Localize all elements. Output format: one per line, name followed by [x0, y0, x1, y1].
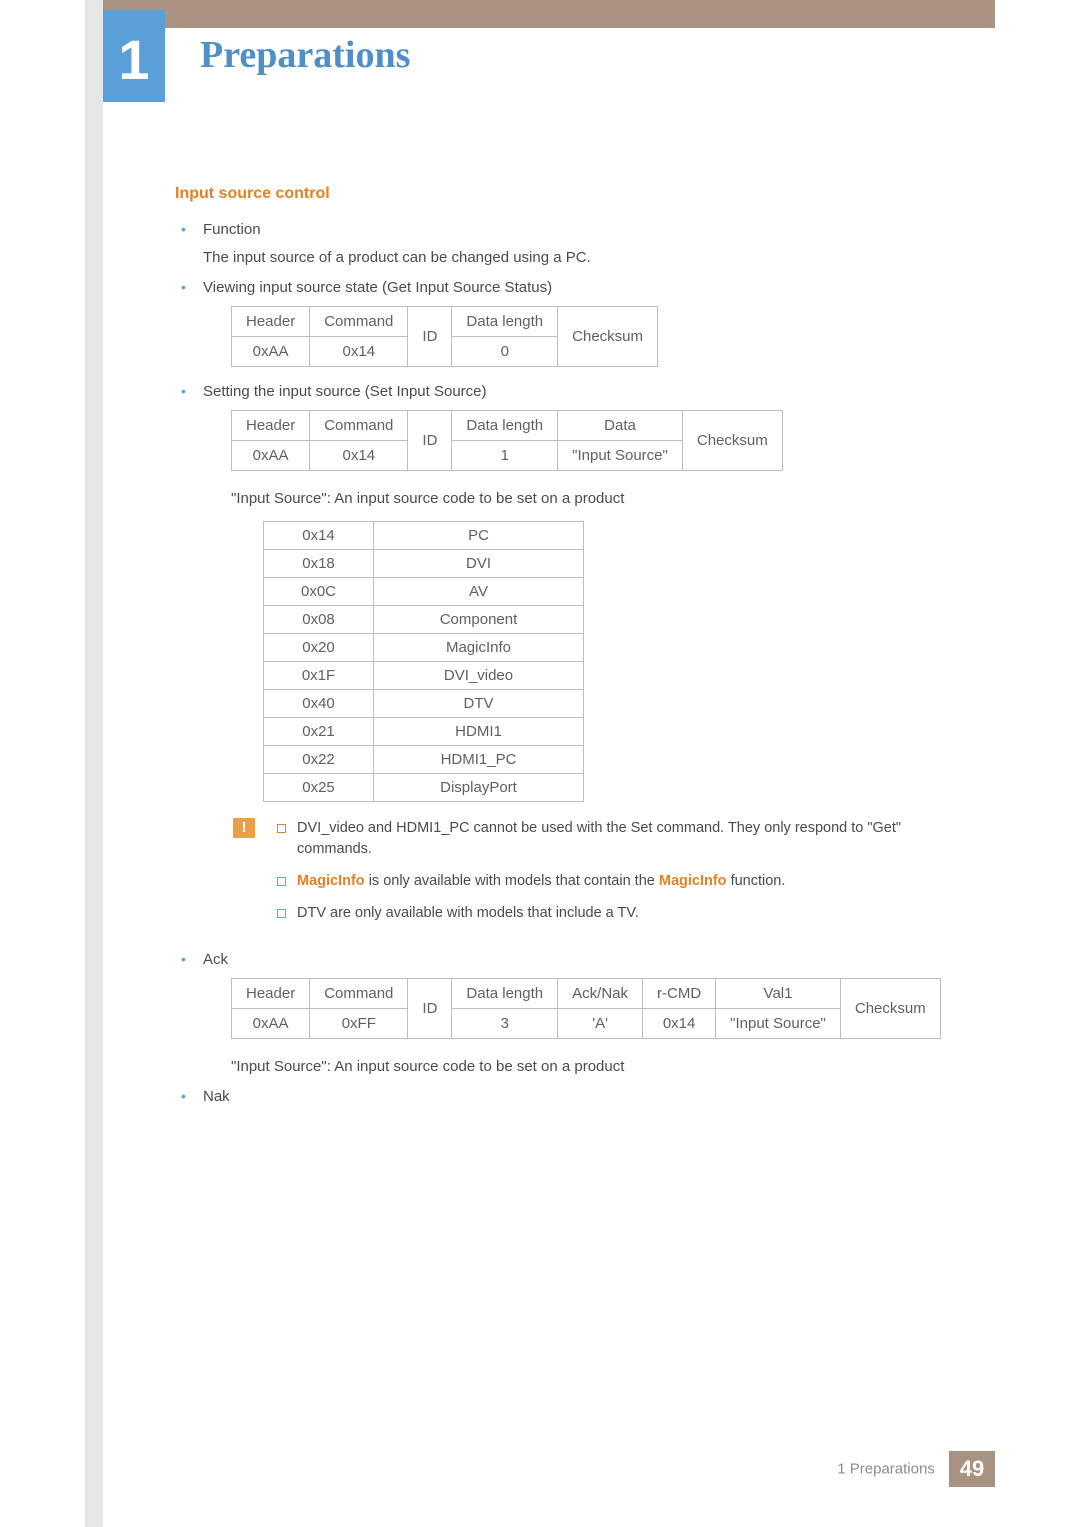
- td: 0xAA: [232, 441, 310, 471]
- th: ID: [408, 307, 452, 367]
- th: Header: [232, 307, 310, 337]
- top-band: [103, 0, 995, 28]
- bullet-label: Nak: [203, 1088, 230, 1105]
- th: ID: [408, 978, 452, 1038]
- td: 1: [452, 441, 558, 471]
- th: Header: [232, 978, 310, 1008]
- td: 0x14: [643, 1008, 716, 1038]
- th: r-CMD: [643, 978, 716, 1008]
- th: ID: [408, 411, 452, 471]
- list-item: Function The input source of a product c…: [175, 221, 980, 269]
- list-item: Ack Header Command ID Data length Ack/Na…: [175, 951, 980, 1078]
- page-content: Input source control Function The input …: [175, 185, 980, 1437]
- chapter-number-tab: 1: [103, 10, 165, 102]
- td: 0x22: [264, 745, 374, 773]
- section-heading: Input source control: [175, 185, 980, 203]
- caution-block: ! DVI_video and HDMI1_PC cannot be used …: [233, 818, 980, 935]
- td: 0xAA: [232, 1008, 310, 1038]
- td: 0xAA: [232, 337, 310, 367]
- td: 0: [452, 337, 558, 367]
- td: 0x40: [264, 689, 374, 717]
- left-margin-stripe: [85, 0, 103, 1527]
- td: "Input Source": [558, 441, 683, 471]
- td: HDMI1_PC: [374, 745, 584, 773]
- th: Ack/Nak: [558, 978, 643, 1008]
- td: DisplayPort: [374, 773, 584, 801]
- th: Val1: [716, 978, 841, 1008]
- page-number: 49: [949, 1451, 995, 1487]
- td: MagicInfo: [374, 633, 584, 661]
- td: DVI: [374, 549, 584, 577]
- td: DVI_video: [374, 661, 584, 689]
- text: function.: [727, 873, 786, 889]
- text: is only available with models that conta…: [365, 873, 659, 889]
- th: Checksum: [558, 307, 658, 367]
- th: Checksum: [682, 411, 782, 471]
- td: 0x1F: [264, 661, 374, 689]
- chapter-title: Preparations: [200, 33, 410, 77]
- td: 0x14: [310, 441, 408, 471]
- bullet-label: Viewing input source state (Get Input So…: [203, 279, 552, 296]
- td: 0x14: [310, 337, 408, 367]
- page-footer: 1 Preparations 49: [103, 1451, 995, 1487]
- highlight: MagicInfo: [659, 873, 727, 889]
- td: HDMI1: [374, 717, 584, 745]
- th: Data length: [452, 307, 558, 337]
- caution-icon: !: [233, 818, 255, 838]
- th: Command: [310, 307, 408, 337]
- input-source-codes-table: 0x14PC 0x18DVI 0x0CAV 0x08Component 0x20…: [263, 521, 584, 802]
- list-item: Nak: [175, 1088, 980, 1105]
- th: Data length: [452, 978, 558, 1008]
- td: PC: [374, 521, 584, 549]
- footer-text: 1 Preparations: [837, 1461, 935, 1478]
- td: 'A': [558, 1008, 643, 1038]
- td: AV: [374, 577, 584, 605]
- highlight: MagicInfo: [297, 873, 365, 889]
- td: Component: [374, 605, 584, 633]
- body-text: "Input Source": An input source code to …: [231, 487, 980, 510]
- get-status-table: Header Command ID Data length Checksum 0…: [231, 306, 658, 367]
- th: Command: [310, 411, 408, 441]
- list-item: Viewing input source state (Get Input So…: [175, 279, 980, 367]
- caution-list: DVI_video and HDMI1_PC cannot be used wi…: [273, 818, 980, 935]
- bullet-list: Function The input source of a product c…: [175, 221, 980, 1105]
- bullet-label: Setting the input source (Set Input Sour…: [203, 383, 487, 400]
- td: 0x18: [264, 549, 374, 577]
- td: 0x21: [264, 717, 374, 745]
- td: 0x0C: [264, 577, 374, 605]
- td: 0x20: [264, 633, 374, 661]
- ack-table: Header Command ID Data length Ack/Nak r-…: [231, 978, 941, 1039]
- th: Command: [310, 978, 408, 1008]
- set-source-table: Header Command ID Data length Data Check…: [231, 410, 783, 471]
- td: 0xFF: [310, 1008, 408, 1038]
- td: 0x25: [264, 773, 374, 801]
- bullet-label: Ack: [203, 951, 228, 968]
- td: 0x08: [264, 605, 374, 633]
- td: 3: [452, 1008, 558, 1038]
- bullet-label: Function: [203, 221, 261, 238]
- body-text: The input source of a product can be cha…: [203, 246, 980, 269]
- caution-item: DTV are only available with models that …: [273, 903, 980, 925]
- list-item: Setting the input source (Set Input Sour…: [175, 383, 980, 934]
- th: Checksum: [840, 978, 940, 1038]
- td: 0x14: [264, 521, 374, 549]
- th: Data length: [452, 411, 558, 441]
- th: Header: [232, 411, 310, 441]
- th: Data: [558, 411, 683, 441]
- td: "Input Source": [716, 1008, 841, 1038]
- caution-item: MagicInfo is only available with models …: [273, 871, 980, 893]
- caution-item: DVI_video and HDMI1_PC cannot be used wi…: [273, 818, 980, 862]
- body-text: "Input Source": An input source code to …: [231, 1055, 980, 1078]
- td: DTV: [374, 689, 584, 717]
